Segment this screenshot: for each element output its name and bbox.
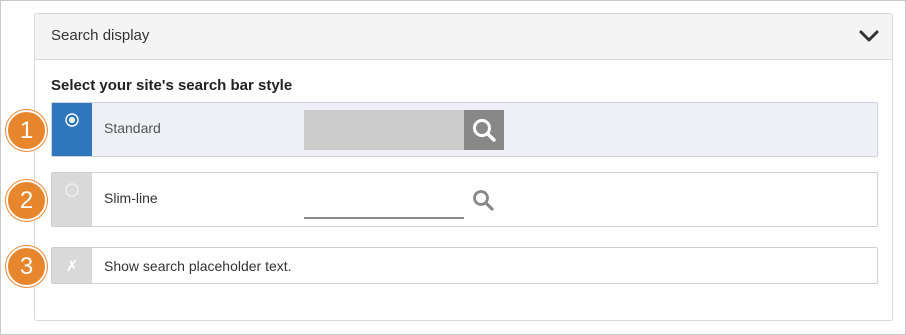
panel-header[interactable]: Search display (35, 14, 892, 60)
chevron-down-icon[interactable] (858, 26, 880, 46)
toggle-gutter[interactable]: ✗ (52, 248, 92, 283)
search-icon (473, 119, 496, 142)
x-mark-icon: ✗ (65, 257, 79, 275)
option-label: Standard (104, 120, 161, 136)
placeholder-text-toggle[interactable]: ✗ Show search placeholder text. (51, 247, 878, 284)
section-label: Select your site's search bar style (51, 77, 293, 94)
callout-badge-1: 1 (6, 110, 47, 151)
standard-search-button-preview (464, 110, 504, 150)
option-gutter (52, 173, 92, 226)
callout-badge-2: 2 (6, 180, 47, 221)
search-icon (473, 190, 494, 211)
option-label: Slim-line (104, 190, 158, 206)
search-display-panel: Search display Select your site's search… (34, 13, 893, 321)
callout-badge-3: 3 (6, 246, 47, 287)
standard-search-bar-preview (304, 110, 464, 150)
toggle-label: Show search placeholder text. (104, 258, 292, 274)
radio-selected-icon[interactable] (65, 113, 79, 127)
panel-title: Search display (51, 27, 150, 44)
radio-unselected-icon[interactable] (65, 183, 79, 197)
option-slim-line[interactable]: Slim-line (51, 172, 878, 227)
option-standard[interactable]: Standard (51, 102, 878, 157)
slim-line-search-underline-preview (304, 217, 464, 219)
option-gutter (52, 103, 92, 156)
